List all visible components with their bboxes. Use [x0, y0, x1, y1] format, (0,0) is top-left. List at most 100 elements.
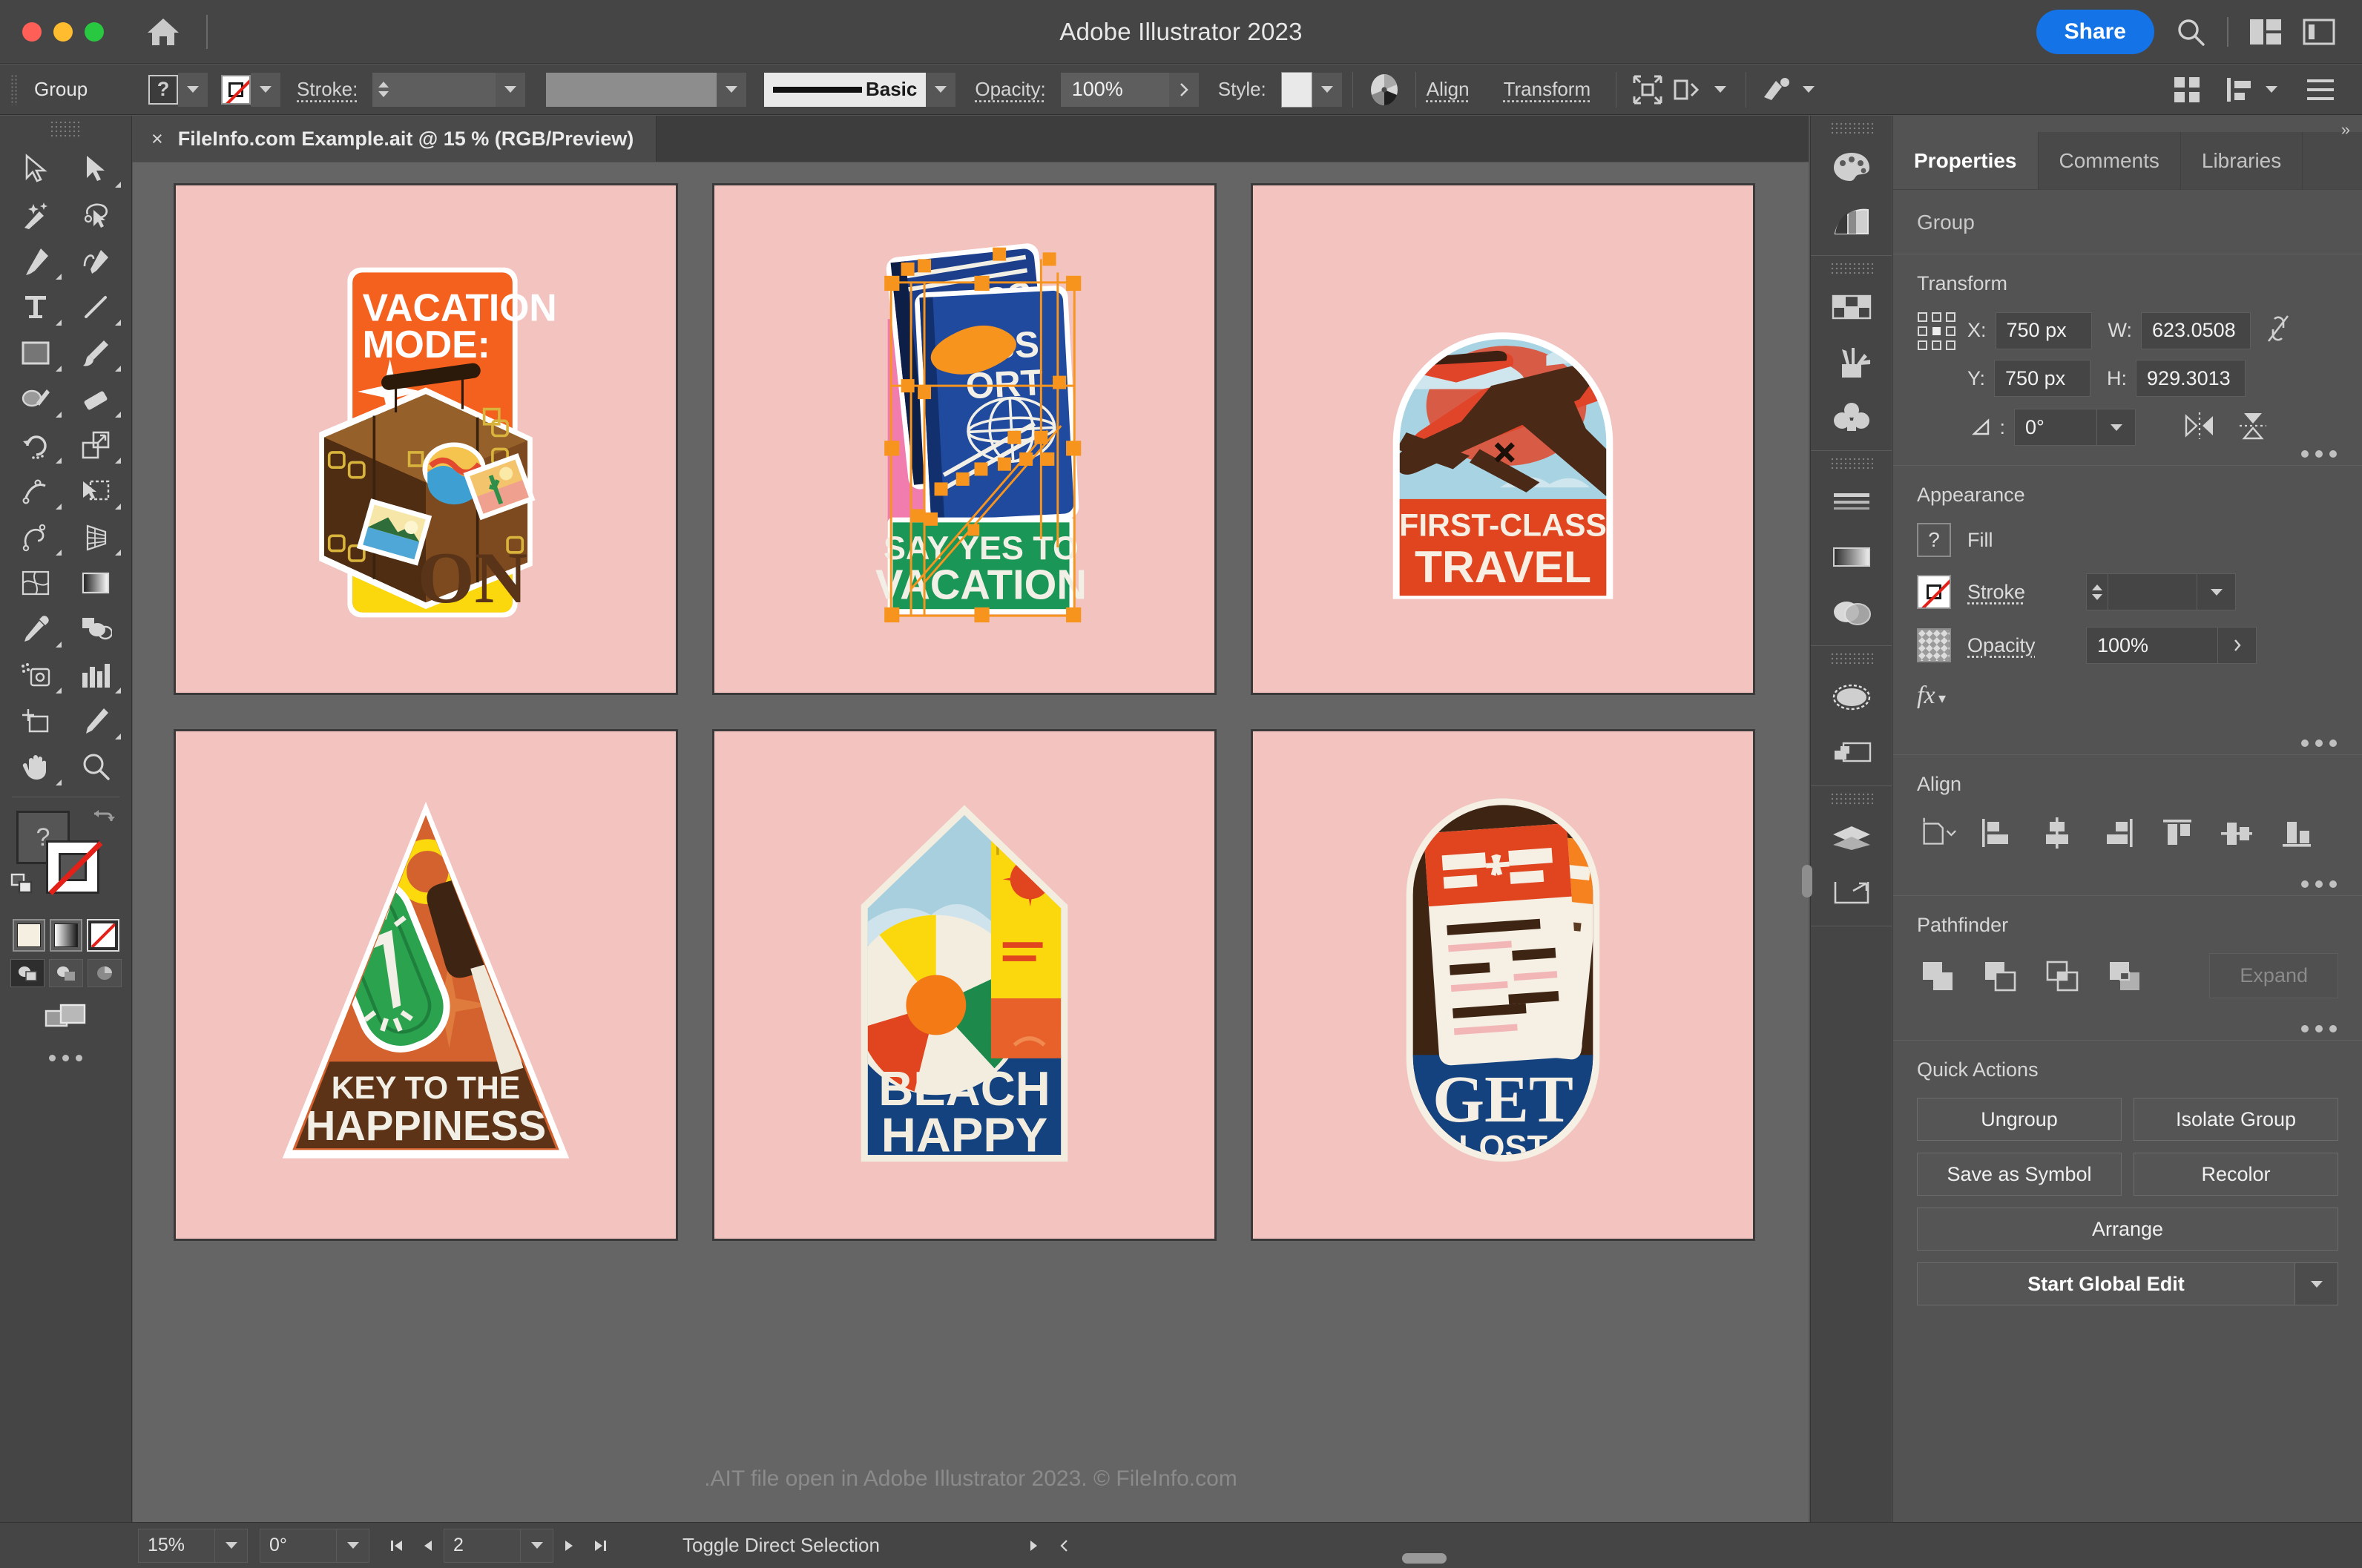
artboard-say-yes-to-vacation[interactable]: PASS PORT ASS ORT: [712, 183, 1217, 695]
transform-button[interactable]: Transform: [1504, 78, 1591, 101]
sticker-key-to-the-happiness[interactable]: KEY TO THE HAPPINESS: [176, 731, 676, 1239]
appearance-fill-swatch[interactable]: ?: [1917, 523, 1951, 557]
stroke-profile-field[interactable]: [546, 72, 717, 107]
shape-builder-tool[interactable]: [6, 515, 66, 559]
symbol-sprayer-tool[interactable]: [6, 653, 66, 697]
curvature-tool[interactable]: [66, 239, 126, 283]
slice-tool[interactable]: [66, 699, 126, 743]
opacity-field[interactable]: 100%: [1060, 72, 1169, 107]
w-field[interactable]: 623.0508: [2141, 312, 2251, 349]
shaper-tool[interactable]: [6, 377, 66, 421]
brush-dropdown[interactable]: [926, 72, 956, 107]
scale-tool[interactable]: [66, 423, 126, 467]
stroke-profile-dropdown[interactable]: [717, 72, 747, 107]
tools-panel-grip[interactable]: [49, 120, 82, 139]
graphic-style-swatch[interactable]: [1280, 71, 1312, 108]
appearance-stroke-swatch[interactable]: [1917, 575, 1951, 609]
intersect-icon[interactable]: [2042, 955, 2083, 997]
rail-grip[interactable]: [1829, 652, 1873, 665]
document-setup-icon[interactable]: [1757, 75, 1794, 105]
horizontal-align-right-icon[interactable]: [2096, 812, 2138, 854]
artboard-get-lost[interactable]: GET LOST: [1251, 729, 1755, 1241]
appearance-opacity-expand[interactable]: [2218, 627, 2257, 664]
x-field[interactable]: 750 px: [1995, 312, 2092, 349]
line-segment-tool[interactable]: [66, 285, 126, 329]
y-field[interactable]: 750 px: [1994, 360, 2091, 397]
arrange-grid-icon[interactable]: [2166, 75, 2208, 105]
none-swatch-button[interactable]: [86, 919, 119, 952]
distribute-icon[interactable]: [2221, 75, 2257, 105]
align-more-options-icon[interactable]: [2301, 880, 2337, 888]
column-graph-tool[interactable]: [66, 653, 126, 697]
artboard-vacation-mode-on[interactable]: VACATION MODE: ON: [174, 183, 678, 695]
start-global-edit-button[interactable]: Start Global Edit: [1917, 1262, 2295, 1305]
sticker-say-yes-to-vacation[interactable]: PASS PORT ASS ORT: [714, 185, 1214, 693]
layers-panel-icon[interactable]: [1811, 810, 1892, 865]
style-dropdown[interactable]: [1312, 72, 1342, 107]
brushes-panel-icon[interactable]: [1811, 335, 1892, 389]
minus-front-icon[interactable]: [1979, 955, 2021, 997]
document-tab[interactable]: × FileInfo.com Example.ait @ 15 % (RGB/P…: [132, 116, 657, 162]
rotate-tool[interactable]: [6, 423, 66, 467]
workspace-switcher-icon[interactable]: [2303, 19, 2335, 45]
first-artboard-icon[interactable]: [381, 1529, 412, 1563]
arrange-documents-icon[interactable]: [2249, 19, 2282, 45]
flip-vertical-icon[interactable]: [2237, 410, 2269, 445]
ungroup-button[interactable]: Ungroup: [1917, 1098, 2122, 1141]
zoom-tool[interactable]: [66, 745, 126, 789]
artboards-panel-icon[interactable]: [1811, 865, 1892, 920]
document-setup-dropdown[interactable]: [1794, 73, 1823, 107]
flip-horizontal-icon[interactable]: [2183, 410, 2216, 445]
horizontal-scroll-thumb[interactable]: [1402, 1553, 1447, 1564]
zoom-level-dropdown[interactable]: [215, 1528, 248, 1563]
sticker-beach-happy[interactable]: BEACH HAPPY: [714, 731, 1214, 1239]
save-as-symbol-button[interactable]: Save as Symbol: [1917, 1153, 2122, 1196]
transparency-panel-icon[interactable]: [1811, 584, 1892, 639]
artboard-key-to-the-happiness[interactable]: KEY TO THE HAPPINESS: [174, 729, 678, 1241]
isolation-dropdown[interactable]: [1705, 73, 1735, 107]
swatches-panel-icon[interactable]: [1811, 280, 1892, 335]
direct-selection-tool[interactable]: [66, 147, 126, 191]
artboard-number-field[interactable]: 2: [444, 1528, 521, 1563]
stroke-panel-icon[interactable]: [1811, 475, 1892, 530]
color-guide-panel-icon[interactable]: [1811, 194, 1892, 249]
stroke-swatch-none[interactable]: [221, 74, 251, 105]
paintbrush-tool[interactable]: [66, 331, 126, 375]
unite-icon[interactable]: [1917, 955, 1958, 997]
canvas-horizontal-scrollbar[interactable]: [1061, 1550, 2196, 1565]
perspective-grid-tool[interactable]: [66, 515, 126, 559]
gradient-panel-icon[interactable]: [1811, 530, 1892, 584]
appearance-stroke-dropdown[interactable]: [2197, 573, 2236, 610]
pathfinder-more-options-icon[interactable]: [2301, 1025, 2337, 1032]
mesh-tool[interactable]: [6, 561, 66, 605]
stroke-control[interactable]: [221, 72, 280, 107]
control-bar-grip[interactable]: [10, 73, 18, 105]
draw-normal-icon[interactable]: [10, 959, 45, 987]
align-button[interactable]: Align: [1427, 78, 1470, 101]
chevron-down-icon[interactable]: [2295, 1262, 2338, 1305]
recolor-artwork-icon[interactable]: [1363, 73, 1405, 107]
color-swatch-button[interactable]: [12, 919, 45, 952]
artboard-tool[interactable]: [6, 699, 66, 743]
fill-dropdown[interactable]: [178, 72, 208, 107]
edit-toolbar-icon[interactable]: [0, 1055, 131, 1061]
appearance-opacity-label[interactable]: Opacity: [1967, 634, 2086, 657]
home-icon[interactable]: [142, 11, 184, 53]
default-fill-stroke-icon[interactable]: [10, 873, 36, 899]
horizontal-align-left-icon[interactable]: [1977, 812, 2019, 854]
tab-libraries[interactable]: Libraries: [2180, 132, 2303, 189]
arrange-button[interactable]: Arrange: [1917, 1208, 2338, 1251]
pen-tool[interactable]: [6, 239, 66, 283]
vertical-align-bottom-icon[interactable]: [2276, 812, 2317, 854]
next-artboard-icon[interactable]: [553, 1529, 585, 1563]
rail-grip[interactable]: [1829, 122, 1873, 135]
width-tool[interactable]: [6, 469, 66, 513]
eraser-tool[interactable]: [66, 377, 126, 421]
rail-grip[interactable]: [1829, 262, 1873, 275]
recolor-button[interactable]: Recolor: [2134, 1153, 2338, 1196]
fx-button[interactable]: fx ▾: [1917, 682, 2338, 710]
appearance-more-options-icon[interactable]: [2301, 739, 2337, 747]
draw-inside-icon[interactable]: [87, 959, 122, 987]
isolation-mode-icon[interactable]: [1668, 75, 1705, 105]
isolate-group-button[interactable]: Isolate Group: [2134, 1098, 2338, 1141]
